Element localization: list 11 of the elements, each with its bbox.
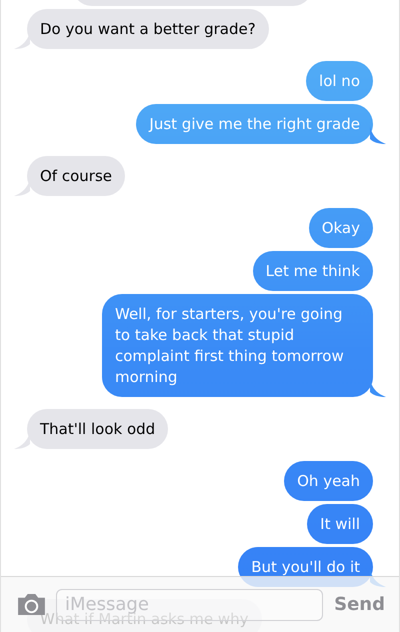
- send-button[interactable]: Send: [332, 594, 387, 615]
- message-bubble: Do you want a better grade?: [27, 9, 269, 49]
- message-bubble: It will: [307, 504, 373, 544]
- message-bubble: Let me think: [252, 251, 373, 291]
- message-bubble: Well, for starters, you're going to take back that stupid complaint first thing tomorrow morning: [102, 294, 373, 397]
- message-bubble: Okay: [308, 208, 373, 248]
- message-bubble: lol no: [306, 61, 373, 101]
- message-bubble: Of course: [27, 156, 125, 196]
- message-bubble: That'll look odd: [27, 409, 168, 449]
- message-bubble: Oh yeah: [284, 461, 373, 501]
- message-bubble: Just give me the right grade: [136, 104, 373, 144]
